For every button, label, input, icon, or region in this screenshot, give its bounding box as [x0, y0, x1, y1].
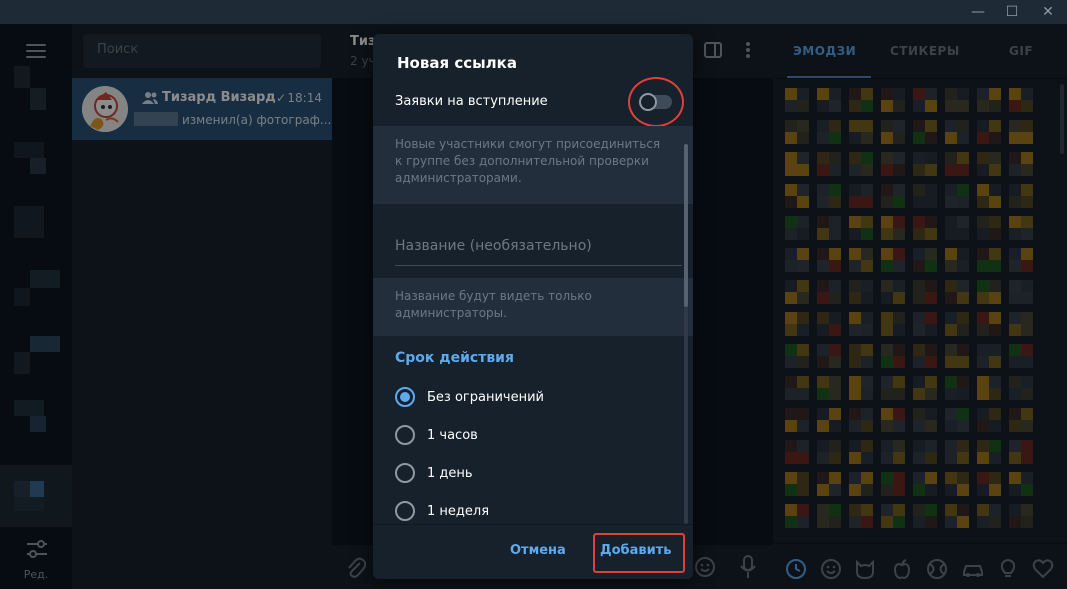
dialog-footer: Отмена Добавить: [373, 524, 693, 579]
toggle-highlight-annotation: [628, 77, 684, 127]
add-button-highlight-annotation: [593, 533, 685, 573]
expiry-option-label: 1 день: [427, 465, 473, 481]
radio-icon[interactable]: [395, 425, 415, 445]
close-button[interactable]: ✕: [1031, 0, 1065, 24]
expiry-option-label: 1 неделя: [427, 503, 490, 519]
new-link-dialog: Новая ссылка Заявки на вступление Новые …: [373, 34, 693, 579]
join-requests-hint: Новые участники смогут присоединиться к …: [373, 126, 693, 204]
expiry-option-1-hour[interactable]: 1 часов: [395, 424, 478, 446]
expiry-option-unlimited[interactable]: Без ограничений: [395, 386, 544, 408]
cancel-button[interactable]: Отмена: [510, 543, 566, 558]
telegram-window: — ☐ ✕ Ред. Поиск Тизард Визард ✓ 18:14 и…: [0, 0, 1067, 589]
expiry-section-title: Срок действия: [395, 350, 514, 366]
link-name-input[interactable]: Название (необязательно): [395, 238, 682, 266]
radio-icon[interactable]: [395, 463, 415, 483]
maximize-button[interactable]: ☐: [995, 0, 1029, 24]
expiry-option-1-week[interactable]: 1 неделя: [395, 500, 489, 522]
title-bar: — ☐ ✕: [0, 0, 1067, 24]
join-requests-label: Заявки на вступление: [395, 94, 548, 109]
expiry-option-1-day[interactable]: 1 день: [395, 462, 473, 484]
dialog-scrollbar[interactable]: [684, 144, 688, 524]
minimize-button[interactable]: —: [961, 0, 995, 24]
link-name-hint: Название будут видеть только администрат…: [373, 278, 693, 336]
radio-selected-icon[interactable]: [395, 387, 415, 407]
expiry-option-label: Без ограничений: [427, 389, 544, 405]
radio-icon[interactable]: [395, 501, 415, 521]
dialog-title: Новая ссылка: [397, 54, 517, 72]
expiry-option-label: 1 часов: [427, 427, 478, 443]
